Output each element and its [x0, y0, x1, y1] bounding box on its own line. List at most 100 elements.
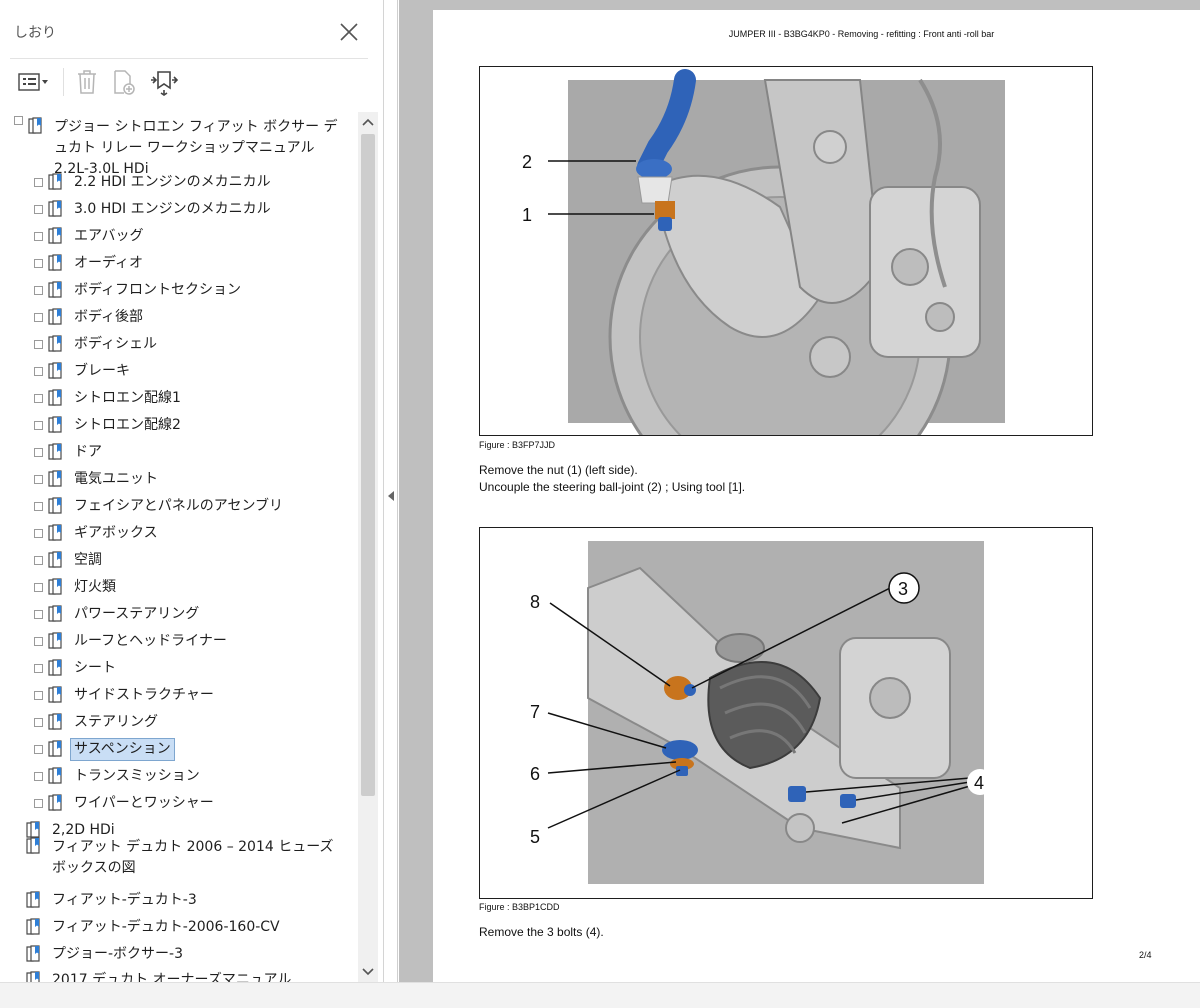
bookmark-page-icon	[48, 524, 62, 541]
bookmark-item[interactable]: シトロエン配線1	[34, 386, 185, 410]
bookmark-item[interactable]: プジョー シトロエン フィアット ボクサー デュカト リレー ワークショップマニ…	[14, 116, 350, 177]
bookmark-item[interactable]: エアバッグ	[34, 224, 147, 248]
bookmark-page-icon	[48, 416, 62, 433]
expand-toggle[interactable]	[34, 582, 43, 592]
bookmark-item[interactable]: オーディオ	[34, 251, 147, 275]
bookmark-label: 2.2 HDI エンジンのメカニカル	[74, 173, 271, 190]
bookmark-page-icon	[28, 117, 42, 134]
options-menu-button[interactable]	[14, 66, 54, 98]
delete-icon	[78, 70, 96, 94]
bookmark-page-icon	[48, 551, 62, 568]
expand-toggle[interactable]	[34, 501, 43, 511]
new-bookmark-button[interactable]	[108, 66, 140, 98]
figure-1-callout: 2	[522, 152, 532, 172]
chevron-up-icon	[362, 118, 374, 126]
figure-2-caption: Figure : B3BP1CDD	[479, 902, 560, 912]
expand-toggle[interactable]	[34, 420, 43, 430]
bookmark-item[interactable]: ルーフとヘッドライナー	[34, 629, 231, 653]
bookmark-item[interactable]: ボディシェル	[34, 332, 161, 356]
bookmark-page-icon	[48, 497, 62, 514]
bookmark-page-icon	[26, 837, 40, 854]
bookmark-item[interactable]: フィアット デュカト 2006 – 2014 ヒューズ ボックスの図	[24, 836, 348, 876]
expand-toggle[interactable]	[34, 528, 43, 538]
bookmark-item[interactable]: 3.0 HDI エンジンのメカニカル	[34, 197, 275, 221]
bookmark-label: パワーステアリング	[74, 605, 200, 622]
bookmarks-panel: しおり プジョー シトロエン フィアット ボクサー デュカト リレー ワークショ…	[0, 0, 384, 982]
bookmark-item[interactable]: ボディフロントセクション	[34, 278, 245, 302]
expand-toggle[interactable]	[34, 366, 43, 376]
expand-toggle[interactable]	[34, 798, 43, 808]
bookmark-item[interactable]: サスペンション	[34, 737, 175, 761]
instruction-text: Remove the 3 bolts (4).	[479, 925, 604, 939]
expand-toggle[interactable]	[14, 116, 23, 125]
figure-2-callout: 6	[530, 764, 540, 784]
bookmarks-scrollbar[interactable]	[358, 112, 378, 982]
document-viewer[interactable]: JUMPER III - B3BG4KP0 - Removing - refit…	[399, 0, 1200, 982]
bookmark-label: シート	[74, 659, 116, 676]
bookmark-item[interactable]: ドア	[34, 440, 106, 464]
panel-divider[interactable]	[384, 0, 398, 982]
expand-toggle[interactable]	[34, 177, 43, 187]
close-panel-button[interactable]	[337, 20, 361, 44]
bookmark-label: 灯火類	[74, 578, 116, 595]
bookmark-item[interactable]: トランスミッション	[34, 764, 204, 788]
bookmarks-header: しおり	[0, 0, 384, 60]
expand-toggle[interactable]	[34, 339, 43, 349]
expand-toggle[interactable]	[34, 609, 43, 619]
collapse-panel-icon[interactable]	[387, 491, 395, 501]
bookmark-label: ギアボックス	[74, 524, 158, 541]
bookmark-item[interactable]: シトロエン配線2	[34, 413, 185, 437]
bookmark-item[interactable]: ステアリング	[34, 710, 162, 734]
bookmark-label: エアバッグ	[74, 227, 144, 244]
bookmark-label: 3.0 HDI エンジンのメカニカル	[74, 200, 271, 217]
bookmark-item[interactable]: サイドストラクチャー	[34, 683, 218, 707]
expand-toggle[interactable]	[34, 636, 43, 646]
expand-toggle[interactable]	[34, 717, 43, 727]
bookmark-page-icon	[48, 632, 62, 649]
expand-toggle[interactable]	[34, 393, 43, 403]
bookmark-item[interactable]: プジョー-ボクサー-3	[24, 942, 187, 966]
bookmark-item[interactable]: 灯火類	[34, 575, 120, 599]
bookmark-label: プジョー-ボクサー-3	[52, 945, 184, 962]
expand-toggle[interactable]	[34, 690, 43, 700]
expand-toggle[interactable]	[34, 285, 43, 295]
figure-1: 2 1	[479, 66, 1093, 509]
expand-toggle[interactable]	[34, 258, 43, 268]
new-bookmark-icon	[114, 70, 135, 95]
expand-toggle[interactable]	[34, 312, 43, 322]
expand-toggle[interactable]	[34, 744, 43, 754]
expand-toggle[interactable]	[34, 447, 43, 457]
bookmark-item[interactable]: ギアボックス	[34, 521, 162, 545]
expand-toggle[interactable]	[34, 231, 43, 241]
bookmark-item[interactable]: 2017 デュカト オーナーズマニュアル	[24, 968, 295, 982]
figure-1-callout: 1	[522, 205, 532, 225]
bookmark-page-icon	[26, 945, 40, 962]
bookmark-item[interactable]: ボディ後部	[34, 305, 147, 329]
document-header: JUMPER III - B3BG4KP0 - Removing - refit…	[728, 29, 995, 39]
bookmark-item[interactable]: シート	[34, 656, 120, 680]
expand-toggle[interactable]	[34, 663, 43, 673]
bookmark-item[interactable]: フェイシアとパネルのアセンブリ	[34, 494, 287, 518]
bookmark-item[interactable]: ワイパーとワッシャー	[34, 791, 218, 815]
bookmark-item[interactable]: 電気ユニット	[34, 467, 162, 491]
bookmark-item[interactable]: 空調	[34, 548, 106, 572]
bookmark-item[interactable]: パワーステアリング	[34, 602, 203, 626]
delete-bookmark-button[interactable]	[72, 66, 102, 98]
scroll-thumb[interactable]	[361, 134, 375, 796]
expand-toggle[interactable]	[34, 771, 43, 781]
bookmark-item[interactable]: 2.2 HDI エンジンのメカニカル	[34, 170, 275, 194]
expand-toggle[interactable]	[34, 474, 43, 484]
expand-bookmark-button[interactable]	[146, 66, 182, 98]
bookmark-item[interactable]: ブレーキ	[34, 359, 134, 383]
bookmark-label: オーディオ	[74, 254, 144, 271]
bookmark-page-icon	[48, 470, 62, 487]
scroll-up-button[interactable]	[358, 112, 378, 132]
scroll-down-button[interactable]	[358, 962, 378, 982]
bookmark-item[interactable]: フィアット-デュカト-3	[24, 888, 201, 912]
expand-toggle[interactable]	[34, 204, 43, 214]
instruction-text: Uncouple the steering ball-joint (2) ; U…	[479, 480, 746, 494]
bookmark-label: ボディフロントセクション	[74, 281, 242, 298]
bookmark-item[interactable]: フィアット-デュカト-2006-160-CV	[24, 915, 284, 939]
expand-toggle[interactable]	[34, 555, 43, 565]
figure-2-callout: 3	[898, 579, 908, 599]
